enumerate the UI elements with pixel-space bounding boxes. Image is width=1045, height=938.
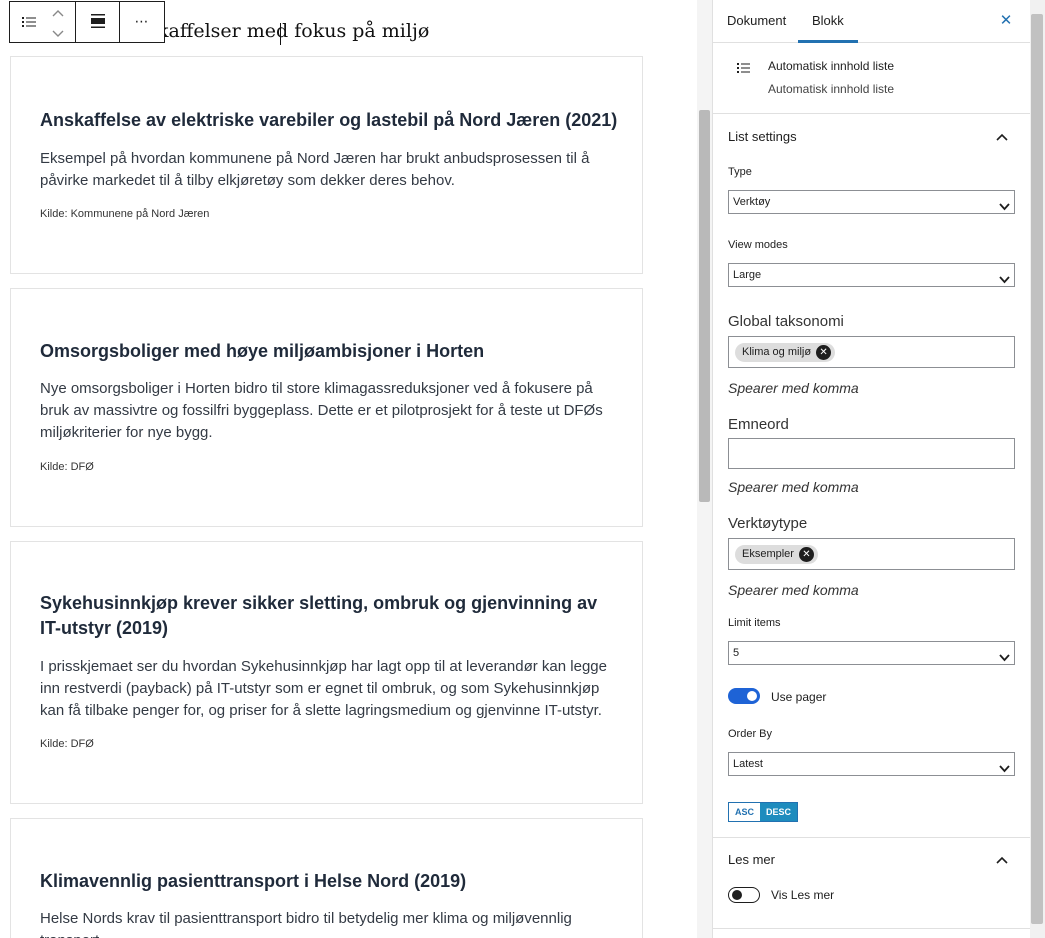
type-select[interactable]: Verktøy xyxy=(728,190,1015,214)
type-select-value: Verktøy xyxy=(733,196,771,208)
settings-sidebar: Dokument Blokk ✕ Automatisk innhold list… xyxy=(712,0,1031,938)
sort-desc-button[interactable]: DESC xyxy=(760,803,798,821)
panel-divider xyxy=(713,928,1031,929)
token-klima-og-miljo: Klima og miljø ✕ xyxy=(735,343,836,362)
view-modes-select-value: Large xyxy=(733,269,762,281)
block-description: Automatisk innhold liste xyxy=(768,82,895,96)
vis-les-mer-label: Vis Les mer xyxy=(771,888,835,902)
limit-items-value: 5 xyxy=(733,647,740,659)
emneord-field[interactable] xyxy=(728,438,1015,469)
list-view-icon[interactable] xyxy=(21,13,36,32)
align-wide-icon xyxy=(90,13,106,32)
emneord-label: Emneord xyxy=(728,416,789,433)
chevron-up-icon[interactable] xyxy=(996,129,1008,147)
tab-blokk[interactable]: Blokk xyxy=(798,0,858,43)
sort-asc-button[interactable]: ASC xyxy=(729,803,761,821)
block-type-group xyxy=(10,2,76,42)
card-source: Kilde: Kommunene på Nord Jæren xyxy=(40,208,210,220)
heading-caret xyxy=(280,23,281,45)
token-label: Eksempler xyxy=(742,548,794,560)
card-source: Kilde: DFØ xyxy=(40,738,94,750)
close-icon[interactable]: ✕ xyxy=(995,0,1017,42)
list-icon xyxy=(737,61,750,79)
block-card: Automatisk innhold liste Automatisk innh… xyxy=(713,43,1031,114)
order-by-select[interactable]: Latest xyxy=(728,752,1015,776)
editor-scrollbar-thumb[interactable] xyxy=(699,110,710,502)
tab-dokument[interactable]: Dokument xyxy=(727,0,786,42)
vis-les-mer-toggle[interactable] xyxy=(728,887,760,903)
sort-direction-group: ASC DESC xyxy=(728,802,799,822)
remove-token-icon[interactable]: ✕ xyxy=(816,345,832,360)
global-taxonomy-label: Global taksonomi xyxy=(728,313,844,330)
token-label: Klima og miljø xyxy=(742,346,812,358)
view-modes-label: View modes xyxy=(728,239,788,251)
list-item[interactable]: Sykehusinnkjøp krever sikker sletting, o… xyxy=(10,541,643,804)
editor-canvas: kaffelser med fokus på miljø ⋯ Anskaffel… xyxy=(0,0,712,938)
token-eksempler: Eksempler ✕ xyxy=(735,545,818,564)
toggle-knob xyxy=(747,691,757,701)
chevron-down-icon xyxy=(999,197,1010,219)
global-taxonomy-help: Spearer med komma xyxy=(728,380,859,396)
block-title: Automatisk innhold liste xyxy=(768,59,895,73)
emneord-help: Spearer med komma xyxy=(728,479,859,495)
align-button[interactable] xyxy=(76,2,120,42)
card-title[interactable]: Klimavennlig pasienttransport i Helse No… xyxy=(40,869,620,894)
card-text: Helse Nords krav til pasienttransport bi… xyxy=(40,910,572,938)
order-by-label: Order By xyxy=(728,728,773,740)
list-item[interactable]: Omsorgsboliger med høye miljøambisjoner … xyxy=(10,288,643,527)
use-pager-label: Use pager xyxy=(771,690,827,704)
chevron-up-icon[interactable] xyxy=(52,2,64,21)
heading-text: kaffelser med fokus på miljø xyxy=(157,20,430,42)
block-toolbar: ⋯ xyxy=(9,1,165,43)
limit-items-label: Limit items xyxy=(728,617,781,629)
more-options-icon: ⋯ xyxy=(134,14,149,30)
list-item[interactable]: Klimavennlig pasienttransport i Helse No… xyxy=(10,818,643,938)
card-title[interactable]: Omsorgsboliger med høye miljøambisjoner … xyxy=(40,339,620,364)
type-label: Type xyxy=(728,166,752,178)
card-source: Kilde: DFØ xyxy=(40,461,94,473)
verktoytype-label: Verktøytype xyxy=(728,515,808,532)
global-taxonomy-field[interactable]: Klima og miljø ✕ xyxy=(728,336,1015,368)
card-text: I prisskjemaet ser du hvordan Sykehusinn… xyxy=(40,658,607,719)
remove-token-icon[interactable]: ✕ xyxy=(798,547,814,562)
chevron-up-icon[interactable] xyxy=(996,852,1008,870)
chevron-down-icon xyxy=(999,648,1010,670)
card-title[interactable]: Sykehusinnkjøp krever sikker sletting, o… xyxy=(40,591,620,641)
list-item[interactable]: Anskaffelse av elektriske varebiler og l… xyxy=(10,56,643,274)
panel-title-list-settings[interactable]: List settings xyxy=(728,129,797,144)
card-title[interactable]: Anskaffelse av elektriske varebiler og l… xyxy=(40,108,620,133)
chevron-down-icon xyxy=(999,759,1010,781)
sidebar-tabs: Dokument Blokk ✕ xyxy=(713,0,1031,43)
verktoytype-help: Spearer med komma xyxy=(728,582,859,598)
use-pager-toggle[interactable] xyxy=(728,688,760,704)
more-options-button[interactable]: ⋯ xyxy=(120,2,163,42)
sidebar-scrollbar-thumb[interactable] xyxy=(1031,14,1043,924)
page-heading[interactable]: kaffelser med fokus på miljø xyxy=(157,20,430,45)
order-by-value: Latest xyxy=(733,758,763,770)
block-mover xyxy=(52,2,64,42)
chevron-down-icon xyxy=(999,270,1010,292)
toggle-knob xyxy=(732,890,742,900)
panel-title-les-mer[interactable]: Les mer xyxy=(728,852,775,867)
view-modes-select[interactable]: Large xyxy=(728,263,1015,287)
verktoytype-field[interactable]: Eksempler ✕ xyxy=(728,538,1015,570)
limit-items-select[interactable]: 5 xyxy=(728,641,1015,665)
card-text: Nye omsorgsboliger i Horten bidro til st… xyxy=(40,380,603,441)
panel-divider xyxy=(713,837,1031,838)
card-text: Eksempel på hvordan kommunene på Nord Jæ… xyxy=(40,150,590,189)
chevron-down-icon[interactable] xyxy=(52,23,64,42)
